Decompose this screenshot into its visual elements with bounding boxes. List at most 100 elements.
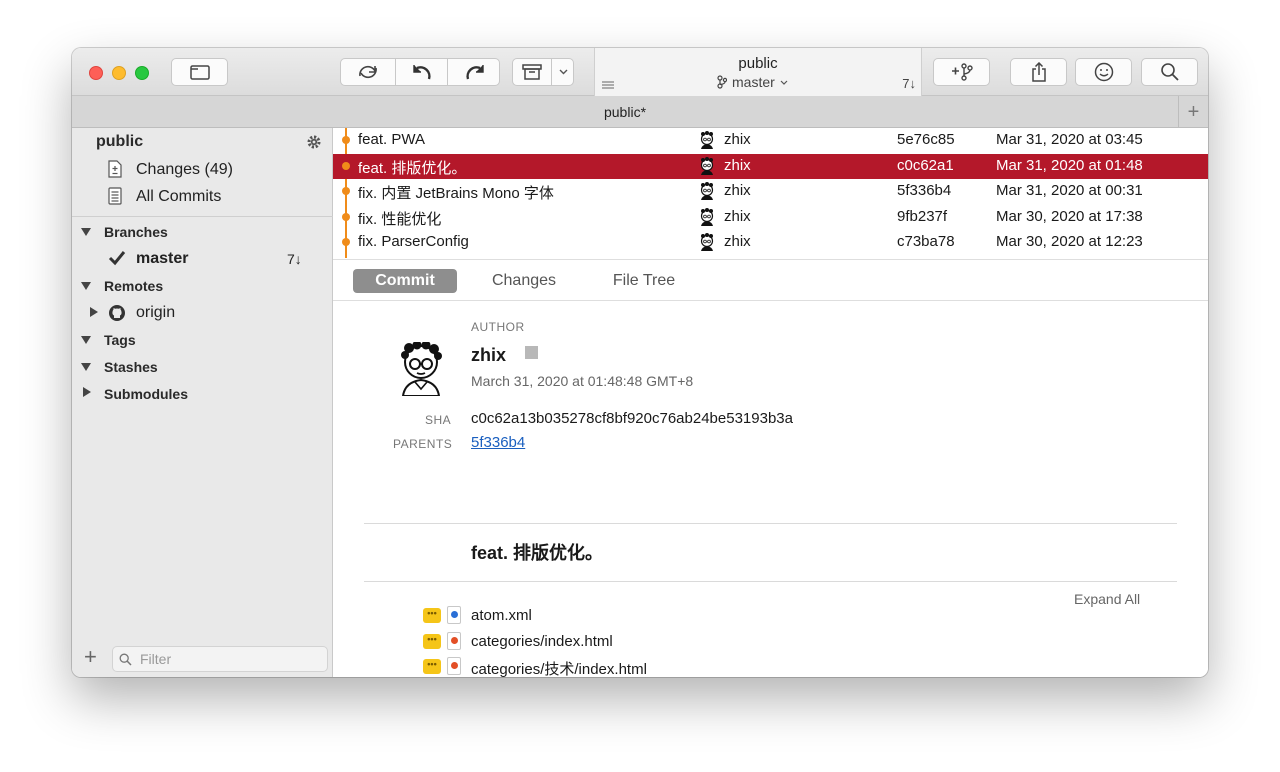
commit-sha-cell: c73ba78 bbox=[897, 233, 955, 251]
close-window-button[interactable] bbox=[89, 66, 103, 80]
behind-count: 7↓ bbox=[902, 76, 916, 91]
modified-status-icon: ••• bbox=[423, 608, 441, 623]
branch-icon bbox=[951, 63, 973, 81]
commit-date-cell: Mar 30, 2020 at 12:23 bbox=[996, 233, 1143, 251]
repository-status: public master 7↓ bbox=[594, 48, 922, 96]
avatar bbox=[401, 342, 442, 396]
github-icon bbox=[108, 304, 126, 327]
commit-row[interactable]: fix. 内置 JetBrains Mono 字体 zhix 5f336b4 Mar … bbox=[333, 179, 1208, 204]
section-branches[interactable]: Branches bbox=[104, 224, 168, 240]
sidebar-item-changes[interactable]: Changes (49) bbox=[136, 161, 233, 179]
commit-row[interactable]: fix. 性能优化 zhix 9fb237f Mar 30, 2020 at 17:3… bbox=[333, 205, 1208, 230]
author-avatar-icon bbox=[700, 182, 714, 201]
disclosure-triangle-icon[interactable] bbox=[81, 228, 91, 236]
chevron-down-icon bbox=[780, 80, 788, 85]
disclosure-triangle-icon[interactable] bbox=[81, 363, 91, 371]
commit-row[interactable]: feat. 排版优化。 zhix c0c62a1 Mar 31, 2020 at 01… bbox=[333, 153, 1208, 179]
file-name: categories/技术/index.html bbox=[471, 661, 647, 677]
detail-tabs: Commit Changes File Tree bbox=[333, 259, 1208, 301]
emoji-icon bbox=[1094, 62, 1113, 82]
commits-icon bbox=[108, 187, 122, 210]
section-remotes[interactable]: Remotes bbox=[104, 278, 163, 294]
sync-button-group bbox=[340, 58, 500, 86]
author-name: zhix bbox=[471, 345, 507, 365]
tab-public[interactable]: public* bbox=[72, 104, 1178, 120]
disclosure-triangle-icon[interactable] bbox=[83, 387, 91, 397]
plus-icon: + bbox=[84, 644, 97, 669]
repo-title: public bbox=[738, 55, 778, 72]
disclosure-triangle-icon[interactable] bbox=[81, 282, 91, 290]
main-panel: feat. PWA zhix 5e76c85 Mar 31, 2020 at 03:4… bbox=[333, 128, 1208, 677]
fetch-icon bbox=[359, 65, 377, 79]
commit-row[interactable]: fix. ParserConfig zhix c73ba78 Mar 30, 2020… bbox=[333, 230, 1208, 255]
share-button[interactable] bbox=[1010, 58, 1067, 86]
parent-link[interactable]: 5f336b4 bbox=[471, 434, 525, 451]
zoom-window-button[interactable] bbox=[135, 66, 149, 80]
commit-date-cell: Mar 31, 2020 at 03:45 bbox=[996, 131, 1143, 148]
sha-value[interactable]: c0c62a13b035278cf8bf920c76ab24be53193b3a bbox=[471, 410, 793, 427]
sidebar-repo-name: public bbox=[96, 133, 144, 150]
filter-placeholder: Filter bbox=[140, 651, 172, 667]
commit-row[interactable]: feat. PWA zhix 5e76c85 Mar 31, 2020 at 03:4… bbox=[333, 128, 1208, 153]
commit-message-cell: feat. PWA bbox=[358, 131, 425, 148]
emoji-button[interactable] bbox=[1075, 58, 1132, 86]
commit-author-cell: zhix bbox=[724, 182, 751, 200]
tab-changes[interactable]: Changes bbox=[483, 269, 565, 293]
commit-sha-cell: 9fb237f bbox=[897, 207, 948, 225]
file-row[interactable]: ••• categories/index.html bbox=[423, 630, 1123, 654]
search-icon bbox=[119, 653, 132, 666]
sidebar-item-origin[interactable]: origin bbox=[136, 304, 175, 322]
xml-file-icon bbox=[447, 606, 461, 624]
author-avatar-icon bbox=[700, 233, 714, 252]
activity-icon[interactable] bbox=[602, 77, 614, 95]
stash-button[interactable] bbox=[513, 59, 551, 85]
pull-icon bbox=[412, 65, 431, 80]
tab-commit[interactable]: Commit bbox=[353, 269, 457, 293]
divider bbox=[364, 523, 1177, 524]
settings-gear-icon[interactable] bbox=[306, 134, 322, 155]
share-icon bbox=[1031, 62, 1046, 82]
section-stashes[interactable]: Stashes bbox=[104, 359, 158, 375]
file-row[interactable]: ••• categories/技术/index.html bbox=[423, 655, 1123, 677]
search-button[interactable] bbox=[1141, 58, 1198, 86]
commit-graph-node bbox=[342, 212, 350, 221]
sidebar-divider bbox=[72, 216, 333, 217]
sidebar-toggle-button[interactable] bbox=[171, 58, 228, 86]
commit-sha-cell: 5e76c85 bbox=[897, 131, 955, 148]
commit-date-cell: Mar 30, 2020 at 17:38 bbox=[996, 207, 1143, 225]
commit-message-cell: fix. ParserConfig bbox=[358, 233, 469, 251]
disclosure-triangle-icon[interactable] bbox=[90, 307, 98, 317]
tab-bar: public* + bbox=[72, 96, 1208, 128]
commit-graph-node bbox=[342, 187, 350, 196]
disclosure-triangle-icon[interactable] bbox=[81, 336, 91, 344]
checkmark-icon bbox=[108, 250, 126, 271]
file-row[interactable]: ••• atom.xml bbox=[423, 604, 1123, 628]
stash-button-group bbox=[512, 58, 574, 86]
branch-button[interactable] bbox=[933, 58, 990, 86]
minimize-window-button[interactable] bbox=[112, 66, 126, 80]
new-tab-button[interactable]: + bbox=[1178, 96, 1208, 128]
commit-message-cell: feat. 排版优化。 bbox=[358, 159, 467, 177]
branch-selector[interactable]: master bbox=[717, 74, 788, 90]
push-button[interactable] bbox=[448, 59, 501, 85]
stash-menu-button[interactable] bbox=[552, 59, 575, 85]
commit-sha-cell: 5f336b4 bbox=[897, 182, 952, 200]
commit-date-cell: Mar 31, 2020 at 01:48 bbox=[996, 156, 1143, 174]
pull-button[interactable] bbox=[396, 59, 447, 85]
section-tags[interactable]: Tags bbox=[104, 332, 136, 348]
commit-message-cell: fix. 性能优化 bbox=[358, 210, 442, 228]
fetch-button[interactable] bbox=[341, 59, 395, 85]
author-avatar-icon bbox=[700, 156, 714, 175]
commit-graph-node bbox=[342, 161, 350, 170]
tab-file-tree[interactable]: File Tree bbox=[601, 269, 687, 293]
branch-icon bbox=[717, 75, 727, 89]
html-file-icon bbox=[447, 631, 461, 650]
add-repo-button[interactable]: + bbox=[84, 646, 97, 668]
commit-author-cell: zhix bbox=[724, 131, 751, 148]
filter-input[interactable]: Filter bbox=[112, 646, 328, 672]
sidebar-item-all-commits[interactable]: All Commits bbox=[136, 188, 221, 206]
commit-author-cell: zhix bbox=[724, 156, 751, 174]
status-square-icon bbox=[525, 346, 538, 359]
sidebar-item-master[interactable]: master bbox=[136, 250, 188, 268]
section-submodules[interactable]: Submodules bbox=[104, 386, 188, 402]
